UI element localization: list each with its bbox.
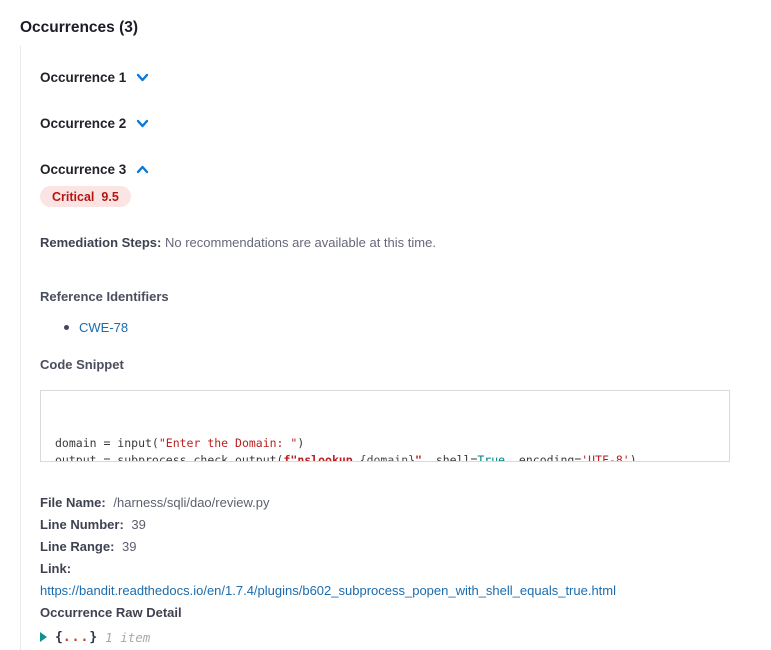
tree-expand-icon[interactable] (40, 632, 47, 642)
occurrence-3-header[interactable]: Occurrence 3 (40, 161, 771, 177)
occurrences-panel: Occurrences (3) Occurrence 1 Occurrence … (0, 0, 771, 650)
remediation-text: No recommendations are available at this… (165, 235, 436, 250)
line-range-value: 39 (122, 539, 136, 554)
json-ellipsis: ... (63, 630, 89, 645)
reference-identifier-item: CWE-78 (64, 319, 771, 336)
line-number-row: Line Number: 39 (40, 514, 771, 536)
severity-score: 9.5 (101, 190, 118, 204)
remediation-steps: Remediation Steps: No recommendations ar… (40, 234, 771, 251)
link-url-row: https://bandit.readthedocs.io/en/1.7.4/p… (40, 580, 771, 602)
severity-label: Critical (52, 190, 94, 204)
reference-identifiers-heading: Reference Identifiers (40, 288, 771, 305)
json-collapsed-preview[interactable]: {...} (55, 630, 97, 645)
line-number-label: Line Number: (40, 517, 124, 532)
occurrences-content: Occurrence 1 Occurrence 2 Occurrence 3 C… (20, 46, 771, 650)
occurrence-raw-detail-heading: Occurrence Raw Detail (40, 605, 182, 620)
occurrence-2-header[interactable]: Occurrence 2 (40, 115, 771, 131)
chevron-up-icon (135, 162, 150, 177)
json-item-count: 1 item (105, 630, 150, 645)
severity-badge: Critical 9.5 (40, 186, 131, 207)
code-snippet-block: domain = input("Enter the Domain: ")outp… (40, 390, 730, 462)
chevron-down-icon (135, 70, 150, 85)
occurrence-2-label: Occurrence 2 (40, 116, 126, 131)
raw-detail-heading-row: Occurrence Raw Detail (40, 602, 771, 624)
bullet-icon (64, 325, 69, 330)
occurrence-metadata: File Name: /harness/sqli/dao/review.py L… (40, 492, 771, 624)
file-name-value: /harness/sqli/dao/review.py (113, 495, 269, 510)
page-title: Occurrences (3) (20, 19, 138, 37)
occurrence-1-label: Occurrence 1 (40, 70, 126, 85)
line-number-value: 39 (131, 517, 145, 532)
remediation-label: Remediation Steps: (40, 235, 161, 250)
file-name-label: File Name: (40, 495, 106, 510)
code-snippet-heading: Code Snippet (40, 356, 771, 373)
code-snippet-body: domain = input("Enter the Domain: ")outp… (55, 435, 715, 462)
link-label: Link: (40, 561, 71, 576)
cwe-link[interactable]: CWE-78 (79, 319, 128, 336)
raw-detail-json-root: {...} 1 item (40, 627, 771, 647)
line-range-row: Line Range: 39 (40, 536, 771, 558)
bandit-doc-link[interactable]: https://bandit.readthedocs.io/en/1.7.4/p… (40, 583, 616, 598)
occurrence-1-header[interactable]: Occurrence 1 (40, 69, 771, 85)
occurrence-3-label: Occurrence 3 (40, 162, 126, 177)
chevron-down-icon (135, 116, 150, 131)
line-range-label: Line Range: (40, 539, 114, 554)
file-name-row: File Name: /harness/sqli/dao/review.py (40, 492, 771, 514)
link-label-row: Link: (40, 558, 771, 580)
